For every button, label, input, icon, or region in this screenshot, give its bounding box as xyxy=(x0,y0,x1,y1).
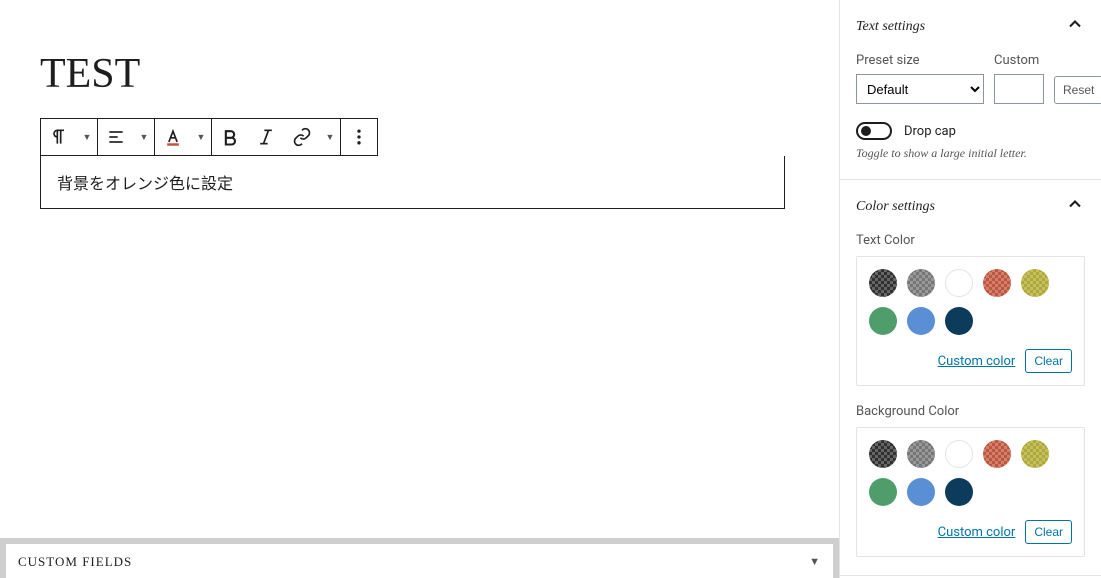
paragraph-icon[interactable] xyxy=(41,119,77,155)
editor-main: TEST ▼ ▼ ▼ xyxy=(0,0,839,578)
reset-size-button[interactable]: Reset xyxy=(1054,76,1101,104)
color-swatch-gray[interactable] xyxy=(907,269,935,297)
more-options-icon[interactable] xyxy=(341,119,377,155)
color-settings-header[interactable]: Color settings xyxy=(856,194,1085,219)
clear-background-color-button[interactable]: Clear xyxy=(1025,520,1072,544)
color-swatch-green[interactable] xyxy=(869,478,897,506)
paragraph-dropdown-icon[interactable]: ▼ xyxy=(77,119,97,155)
chevron-up-icon xyxy=(1065,194,1085,219)
bold-icon[interactable] xyxy=(212,119,248,155)
text-color-swatches xyxy=(869,269,1072,335)
color-swatch-olive[interactable] xyxy=(1021,440,1049,468)
color-settings-title: Color settings xyxy=(856,199,935,215)
color-swatch-red[interactable] xyxy=(983,269,1011,297)
background-color-swatches xyxy=(869,440,1072,506)
text-color-dropdown-icon[interactable]: ▼ xyxy=(191,119,211,155)
link-icon[interactable] xyxy=(284,119,320,155)
color-swatch-very-dark-gray[interactable] xyxy=(869,440,897,468)
preset-size-select[interactable]: Default xyxy=(856,74,984,104)
align-dropdown-icon[interactable]: ▼ xyxy=(134,119,154,155)
dropcap-toggle[interactable] xyxy=(856,122,892,140)
color-swatch-olive[interactable] xyxy=(1021,269,1049,297)
post-title[interactable]: TEST xyxy=(40,50,799,98)
text-settings-title: Text settings xyxy=(856,19,925,35)
color-swatch-white[interactable] xyxy=(945,440,973,468)
color-swatch-dark-blue[interactable] xyxy=(945,478,973,506)
preset-size-label: Preset size xyxy=(856,53,984,68)
sidebar: Text settings Preset size Default Custom… xyxy=(839,0,1101,578)
more-format-dropdown-icon[interactable]: ▼ xyxy=(320,119,340,155)
text-color-section: Text Color Custom color Clear xyxy=(856,233,1085,386)
editor-area: TEST ▼ ▼ ▼ xyxy=(0,0,839,578)
custom-fields-panel[interactable]: Custom Fields ▼ xyxy=(0,538,839,578)
text-settings-panel: Text settings Preset size Default Custom… xyxy=(840,0,1101,180)
custom-size-label: Custom xyxy=(994,53,1044,68)
block-toolbar: ▼ ▼ ▼ xyxy=(40,118,378,156)
chevron-up-icon xyxy=(1065,14,1085,39)
dropcap-hint: Toggle to show a large initial letter. xyxy=(856,146,1085,161)
paragraph-block[interactable]: 背景をオレンジ色に設定 xyxy=(40,156,785,209)
color-settings-panel: Color settings Text Color Custom color C… xyxy=(840,180,1101,576)
custom-fields-label: Custom Fields xyxy=(18,554,132,570)
text-settings-header[interactable]: Text settings xyxy=(856,14,1085,39)
italic-icon[interactable] xyxy=(248,119,284,155)
color-swatch-white[interactable] xyxy=(945,269,973,297)
custom-background-color-link[interactable]: Custom color xyxy=(938,525,1016,540)
background-color-label: Background Color xyxy=(856,404,1085,419)
background-color-section: Background Color Custom color Clear xyxy=(856,404,1085,557)
text-color-label: Text Color xyxy=(856,233,1085,248)
color-swatch-blue[interactable] xyxy=(907,307,935,335)
text-color-icon[interactable] xyxy=(155,119,191,155)
clear-text-color-button[interactable]: Clear xyxy=(1025,349,1072,373)
chevron-down-icon: ▼ xyxy=(809,556,821,568)
dropcap-label: Drop cap xyxy=(904,124,956,139)
color-swatch-blue[interactable] xyxy=(907,478,935,506)
align-icon[interactable] xyxy=(98,119,134,155)
custom-size-input[interactable] xyxy=(994,74,1044,104)
color-swatch-red[interactable] xyxy=(983,440,1011,468)
color-swatch-green[interactable] xyxy=(869,307,897,335)
color-swatch-dark-blue[interactable] xyxy=(945,307,973,335)
custom-text-color-link[interactable]: Custom color xyxy=(938,354,1016,369)
color-swatch-gray[interactable] xyxy=(907,440,935,468)
color-swatch-very-dark-gray[interactable] xyxy=(869,269,897,297)
